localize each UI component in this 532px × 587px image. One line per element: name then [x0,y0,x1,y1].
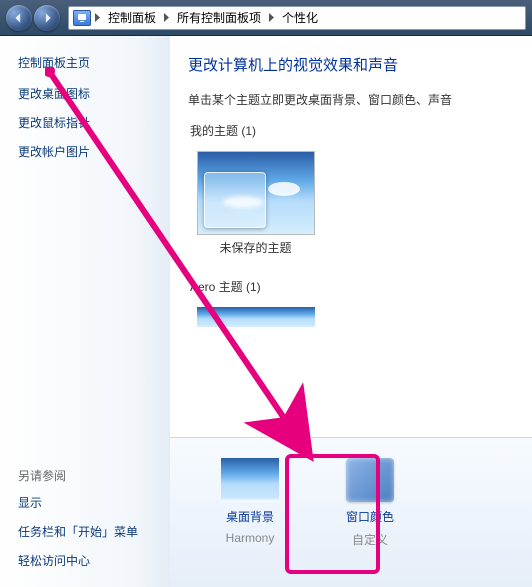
see-also-easeofaccess[interactable]: 轻松访问中心 [18,552,158,569]
sidebar-link-account-picture[interactable]: 更改帐户图片 [18,143,158,160]
see-also-links: 显示 任务栏和「开始」菜单 轻松访问中心 [18,494,158,569]
chevron-right-icon [95,13,100,22]
chevron-right-icon [269,13,274,22]
desktop-background-value: Harmony [226,531,275,545]
see-also-display[interactable]: 显示 [18,494,158,511]
forward-button[interactable] [34,5,60,31]
back-button[interactable] [6,5,32,31]
see-also-title: 另请参阅 [18,467,158,484]
breadcrumb-segment[interactable]: 所有控制面板项 [173,7,265,29]
arrow-right-icon [41,12,53,24]
breadcrumb-segment[interactable]: 个性化 [278,7,322,29]
see-also-taskbar[interactable]: 任务栏和「开始」菜单 [18,523,158,540]
sidebar-link-mouse-pointer[interactable]: 更改鼠标指针 [18,114,158,131]
theme-preview [197,307,315,327]
chevron-right-icon [164,13,169,22]
titlebar-nav: 控制面板 所有控制面板项 个性化 [0,0,532,36]
desktop-background-option[interactable]: 桌面背景 Harmony [210,458,290,587]
window-glass-preview [204,172,266,228]
window-color-value: 自定义 [352,531,388,548]
sidebar-quicklinks: 更改桌面图标 更改鼠标指针 更改帐户图片 [18,85,158,160]
desktop-background-thumb [221,458,279,502]
page-title: 更改计算机上的视觉效果和声音 [188,54,532,75]
personalization-bottom-bar: 桌面背景 Harmony 窗口颜色 自定义 [170,437,532,587]
theme-preview [197,151,315,235]
nav-buttons [6,5,60,31]
main-area: 控制面板主页 更改桌面图标 更改鼠标指针 更改帐户图片 另请参阅 显示 任务栏和… [0,36,532,587]
aero-themes-heading: Aero 主题 (1) [190,278,532,295]
theme-label: 未保存的主题 [219,239,291,256]
sidebar-home-link[interactable]: 控制面板主页 [18,54,158,71]
theme-tile-unsaved[interactable]: 未保存的主题 [188,147,323,260]
content-pane: 更改计算机上的视觉效果和声音 单击某个主题立即更改桌面背景、窗口颜色、声音 我的… [170,36,532,587]
page-description: 单击某个主题立即更改桌面背景、窗口颜色、声音 [188,91,532,108]
breadcrumb-segment[interactable]: 控制面板 [104,7,160,29]
window-color-option[interactable]: 窗口颜色 自定义 [330,458,410,587]
arrow-left-icon [13,12,25,24]
window-color-link: 窗口颜色 [346,508,394,525]
sidebar-link-desktop-icons[interactable]: 更改桌面图标 [18,85,158,102]
breadcrumb[interactable]: 控制面板 所有控制面板项 个性化 [68,6,526,30]
theme-tile-aero[interactable] [188,303,323,331]
monitor-icon [73,10,91,26]
desktop-background-link: 桌面背景 [226,508,274,525]
sidebar: 控制面板主页 更改桌面图标 更改鼠标指针 更改帐户图片 另请参阅 显示 任务栏和… [0,36,170,587]
my-themes-heading: 我的主题 (1) [190,122,532,139]
window-color-thumb [346,458,394,502]
